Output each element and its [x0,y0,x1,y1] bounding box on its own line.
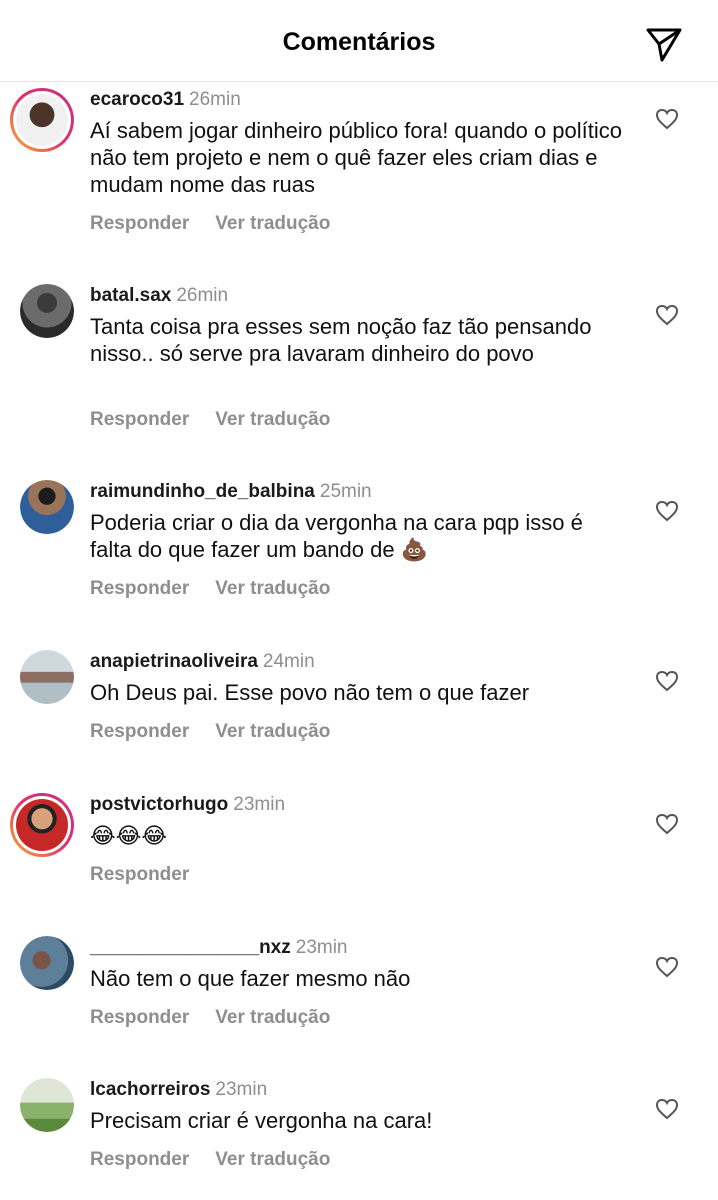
avatar[interactable] [20,480,74,534]
comment-text: Oh Deus pai. Esse povo não tem o que faz… [90,680,530,705]
paper-plane-icon[interactable] [644,24,684,64]
page-title: Comentários [282,28,436,56]
comment-text: 😂😂😂 [90,823,168,848]
see-translation-button[interactable]: Ver tradução [215,409,330,430]
avatar[interactable] [20,936,74,990]
comment-text: Poderia criar o dia da vergonha na cara … [90,510,583,562]
see-translation-button[interactable]: Ver tradução [215,213,330,234]
heart-icon[interactable] [655,304,679,326]
heart-icon[interactable] [655,1098,679,1120]
see-translation-button[interactable]: Ver tradução [215,721,330,742]
heart-icon[interactable] [655,956,679,978]
reply-button[interactable]: Responder [90,409,189,430]
reply-button[interactable]: Responder [90,1007,189,1028]
reply-button[interactable]: Responder [90,578,189,599]
reply-button[interactable]: Responder [90,213,189,234]
heart-icon[interactable] [655,108,679,130]
comment-time: 26min [189,89,241,110]
reply-button[interactable]: Responder [90,864,189,885]
reply-button[interactable]: Responder [90,721,189,742]
avatar[interactable] [20,284,74,338]
comment-username[interactable]: lcachorreiros [90,1079,210,1100]
avatar[interactable] [20,1078,74,1132]
heart-icon[interactable] [655,813,679,835]
comment-time: 23min [215,1079,268,1100]
comment-username[interactable]: postvictorhugo [90,794,228,815]
comment-time: 26min [176,285,229,306]
header-bar: Comentários [0,0,718,82]
see-translation-button[interactable]: Ver tradução [215,1007,330,1028]
see-translation-button[interactable]: Ver tradução [215,578,330,599]
comment-time: 23min [233,794,286,815]
comment-username[interactable]: ________________nxz [90,937,291,958]
avatar[interactable] [10,793,74,857]
comment-text: Precisam criar é vergonha na cara! [90,1108,433,1133]
comment-text: Não tem o que fazer mesmo não [90,966,411,991]
comment-text: Aí sabem jogar dinheiro público fora! qu… [90,118,623,197]
comment-username[interactable]: raimundinho_de_balbina [90,481,315,502]
comment-time: 24min [262,651,315,672]
heart-icon[interactable] [655,670,679,692]
see-translation-button[interactable]: Ver tradução [215,1149,330,1170]
avatar[interactable] [10,88,74,152]
comment-text: Tanta coisa pra esses sem noção faz tão … [90,314,592,366]
comment-username[interactable]: ecaroco31 [90,89,184,110]
comment-username[interactable]: anapietrinaoliveira [90,651,258,672]
comment-username[interactable]: batal.sax [90,285,171,306]
avatar[interactable] [20,650,74,704]
reply-button[interactable]: Responder [90,1149,189,1170]
heart-icon[interactable] [655,500,679,522]
comment-time: 25min [319,481,372,502]
comment-time: 23min [295,937,348,958]
